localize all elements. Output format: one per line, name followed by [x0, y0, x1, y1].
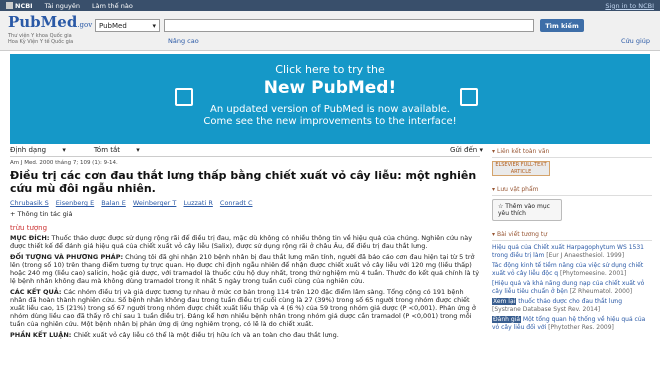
- review-badge: Xem lại: [492, 298, 517, 305]
- database-select-value: PubMed: [99, 22, 127, 30]
- download-icon: [460, 88, 478, 106]
- triangle-down-icon: ▾: [492, 148, 496, 155]
- banner-line1: Click here to try the: [275, 63, 385, 76]
- logo-subtitle: Thư viện Y khoa Quốc gia Hoa Kỳ Viện Y t…: [8, 33, 74, 45]
- top-nav-bar: NCBI Tài nguyên Làm thế nào Sign in to N…: [0, 0, 660, 11]
- sendto-label: Gửi đến: [450, 146, 478, 154]
- similar-item[interactable]: Đánh giá Một tổng quan hệ thống về hiệu …: [492, 316, 652, 331]
- author-info-toggle[interactable]: + Thông tin tác giả: [10, 210, 480, 218]
- help-link[interactable]: Cứu giúp: [621, 37, 650, 45]
- section-label: PHẦN KẾT LUẬN:: [10, 331, 72, 339]
- banner-line2: New PubMed!: [263, 78, 397, 98]
- author-link[interactable]: Balan E: [101, 199, 126, 207]
- abstract: MỤC ĐÍCH: Thuốc thảo dược được sử dụng r…: [10, 234, 480, 339]
- sendto-dropdown[interactable]: Gửi đến ▾: [450, 146, 483, 154]
- chevron-down-icon: ▾: [62, 146, 66, 154]
- ncbi-logo-icon: [6, 2, 13, 9]
- article-main: Am J Med. 2000 tháng 7; 109 (1): 9-14. Đ…: [10, 160, 480, 342]
- similar-source: [Z Rheumatol. 2000]: [569, 287, 633, 295]
- similar-source: [Systrane Database Syst Rev. 2014]: [492, 305, 601, 313]
- abstract-section: ĐỐI TƯỢNG VÀ PHƯƠNG PHÁP: Chúng tôi đã g…: [10, 253, 480, 285]
- author-link[interactable]: Conradt C: [220, 199, 253, 207]
- section-text: Thuốc thảo dược được sử dụng rộng rãi để…: [10, 234, 473, 250]
- abstract-section: PHẦN KẾT LUẬN: Chiết xuất vỏ cây liễu có…: [10, 331, 480, 339]
- section-label: CÁC KẾT QUẢ:: [10, 288, 62, 296]
- article-title: Điều trị các cơn đau thắt lưng thấp bằng…: [10, 169, 477, 195]
- section-label: MỤC ĐÍCH:: [10, 234, 50, 242]
- add-to-favorites-label: Thêm vào mục yêu thích: [498, 203, 550, 217]
- chevron-down-icon: ▾: [152, 22, 156, 30]
- triangle-down-icon: ▾: [492, 231, 496, 238]
- similar-source: [Eur J Anaesthesiol. 1999]: [546, 251, 625, 259]
- citation[interactable]: Am J Med. 2000 tháng 7; 109 (1): 9-14.: [10, 160, 480, 166]
- fulltext-heading-label: Liên kết toàn văn: [497, 148, 550, 155]
- ncbi-logo[interactable]: NCBI: [6, 2, 33, 10]
- banner-line4: Come see the new improvements to the int…: [203, 116, 457, 127]
- search-header: PubMed.gov Thư viện Y khoa Quốc gia Hoa …: [0, 11, 660, 51]
- author-info-label: Thông tin tác giả: [17, 210, 73, 218]
- similar-item[interactable]: Tác động kinh tế tiềm năng của việc sử d…: [492, 262, 652, 277]
- similar-heading-label: Bài viết tương tự: [497, 231, 548, 238]
- section-label: ĐỐI TƯỢNG VÀ PHƯƠNG PHÁP:: [10, 253, 124, 261]
- database-select[interactable]: PubMed ▾: [95, 19, 160, 32]
- howto-menu[interactable]: Làm thế nào: [92, 2, 133, 10]
- similar-item[interactable]: Xem lại thuốc thảo dược cho đau thắt lưn…: [492, 298, 652, 313]
- collection-heading-label: Lưu vật phẩm: [497, 186, 539, 193]
- abstract-section: CÁC KẾT QUẢ: Các nhóm điều trị và giả dư…: [10, 288, 480, 328]
- author-link[interactable]: Luzzati R: [183, 199, 212, 207]
- sidebar: ▾ Liên kết toàn văn ELSEVIER FULL-TEXT AR…: [492, 146, 652, 334]
- signin-link[interactable]: Sign in to NCBI: [605, 2, 654, 10]
- section-text: Chiết xuất vỏ cây liễu có thể là một điề…: [73, 331, 339, 339]
- add-to-favorites-button[interactable]: ☆ Thêm vào mục yêu thích: [492, 199, 562, 221]
- similar-title[interactable]: thuốc thảo dược cho đau thắt lưng: [518, 298, 622, 305]
- section-text: Các nhóm điều trị và giả dược tương tự n…: [10, 288, 476, 328]
- similar-item[interactable]: [Hiệu quả và khả năng dung nạp của chiết…: [492, 280, 652, 295]
- similar-source: [Phytomeesine. 2001]: [560, 269, 627, 277]
- logo-gov: .gov: [77, 21, 93, 29]
- author-list: Chrubasik S Eisenberg E Balan E Weinberg…: [10, 199, 480, 207]
- abstract-heading: trừu tượng: [10, 224, 48, 232]
- advanced-search-link[interactable]: Nâng cao: [168, 37, 199, 45]
- new-pubmed-banner[interactable]: Click here to try the New PubMed! An upd…: [10, 54, 650, 144]
- format-label: Định dạng: [10, 146, 47, 154]
- divider: [10, 156, 480, 157]
- author-link[interactable]: Eisenberg E: [56, 199, 94, 207]
- similar-source: [Phytother Res. 2009]: [548, 323, 614, 331]
- resources-menu[interactable]: Tài nguyên: [45, 2, 80, 10]
- upload-icon: [175, 88, 193, 106]
- banner-line3: An updated version of PubMed is now avai…: [210, 104, 450, 115]
- collection-heading: ▾ Lưu vật phẩm: [492, 184, 652, 196]
- search-input[interactable]: [164, 19, 534, 32]
- triangle-down-icon: ▾: [492, 186, 496, 193]
- search-button[interactable]: Tìm kiếm: [540, 19, 584, 32]
- similar-item[interactable]: Hiệu quả của Chiết xuất Harpagophytum WS…: [492, 244, 652, 259]
- pubmed-logo[interactable]: PubMed.gov Thư viện Y khoa Quốc gia Hoa …: [8, 14, 92, 45]
- chevron-down-icon: ▾: [136, 146, 140, 154]
- review-badge: Đánh giá: [492, 316, 521, 323]
- abstract-section: MỤC ĐÍCH: Thuốc thảo dược được sử dụng r…: [10, 234, 480, 250]
- ncbi-label: NCBI: [15, 1, 33, 10]
- plus-icon: +: [10, 210, 18, 218]
- summary-label: Tóm tắt: [93, 146, 121, 154]
- elsevier-link[interactable]: ELSEVIER FULL-TEXT ARTICLE: [492, 161, 550, 176]
- author-link[interactable]: Chrubasik S: [10, 199, 49, 207]
- fulltext-heading: ▾ Liên kết toàn văn: [492, 146, 652, 158]
- chevron-down-icon: ▾: [479, 146, 483, 154]
- similar-heading: ▾ Bài viết tương tự: [492, 229, 652, 241]
- logo-text: PubMed: [8, 13, 78, 31]
- author-link[interactable]: Weinberger T: [133, 199, 177, 207]
